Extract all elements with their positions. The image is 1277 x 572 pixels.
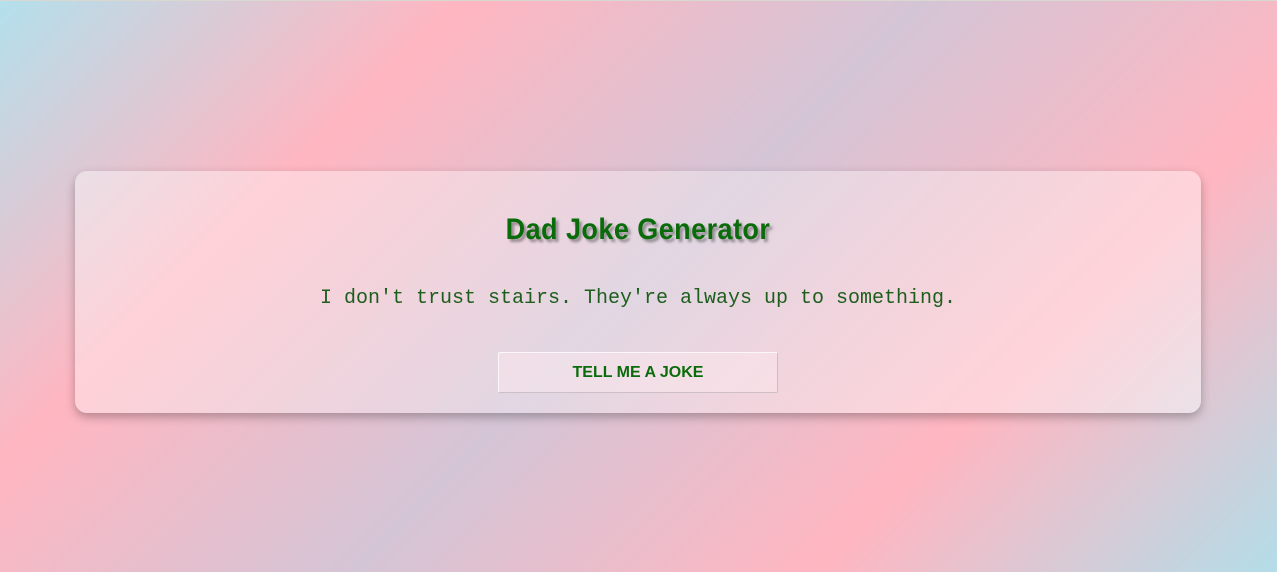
top-border bbox=[0, 0, 1277, 1]
joke-text: I don't trust stairs. They're always up … bbox=[319, 287, 957, 310]
joke-card: Dad Joke Generator I don't trust stairs.… bbox=[75, 171, 1201, 413]
page-title: Dad Joke Generator bbox=[505, 213, 771, 246]
tell-joke-button[interactable]: TELL ME A JOKE bbox=[498, 352, 778, 393]
